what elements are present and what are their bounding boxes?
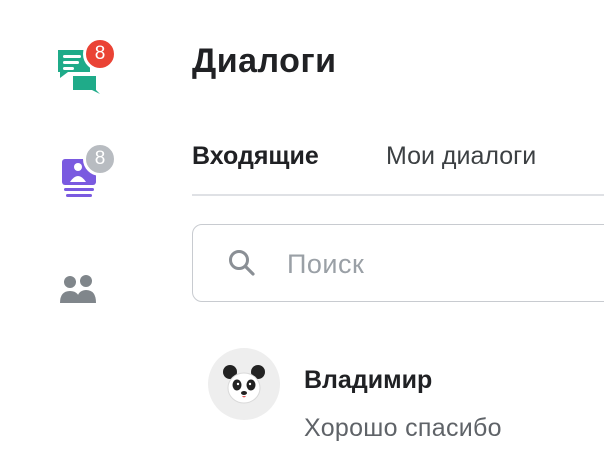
- messenger-app: 8 8 Диалоги Входящие Мои диалоги Поиск В…: [0, 0, 604, 472]
- dialog-tabs: Входящие Мои диалоги: [192, 136, 604, 196]
- search-input[interactable]: [285, 241, 589, 287]
- side-rail: 8 8: [0, 0, 160, 472]
- people-icon: [60, 275, 96, 303]
- rail-item-dialogs[interactable]: 8: [50, 37, 120, 112]
- dialog-list-item[interactable]: Владимир Хорошо спасибо: [192, 330, 604, 460]
- rail-item-contacts[interactable]: [50, 260, 120, 330]
- avatar: [208, 348, 280, 420]
- dialog-last-message: Хорошо спасибо: [304, 414, 502, 442]
- tab-my-dialogs[interactable]: Мои диалоги: [386, 142, 536, 171]
- dialog-contact-name: Владимир: [304, 366, 433, 394]
- rail-item-queue[interactable]: 8: [50, 140, 120, 210]
- search-icon: [229, 250, 255, 276]
- tab-inbox[interactable]: Входящие: [192, 142, 319, 171]
- page-title: Диалоги: [192, 42, 337, 80]
- panda-avatar-icon: [223, 365, 265, 404]
- queue-count-badge: 8: [83, 142, 117, 176]
- search-box: [192, 224, 604, 302]
- dialogs-count-badge: 8: [83, 37, 117, 71]
